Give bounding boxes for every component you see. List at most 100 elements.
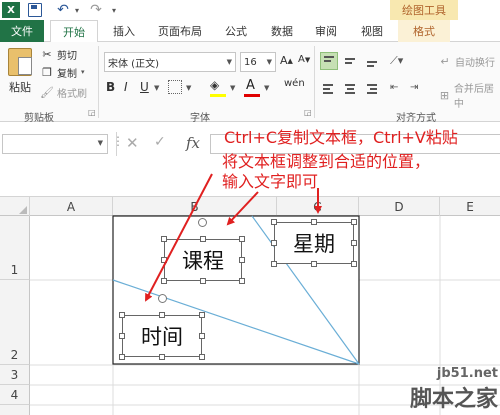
row-header-1[interactable]: 1: [0, 216, 30, 280]
font-size-value: 16: [244, 56, 257, 68]
tab-format[interactable]: 格式: [398, 20, 450, 42]
chevron-down-icon: ▼: [266, 58, 272, 66]
save-icon[interactable]: [28, 3, 42, 17]
quick-access-customize-icon[interactable]: ▾: [108, 2, 120, 18]
align-center-button[interactable]: [342, 80, 360, 98]
tab-insert[interactable]: 插入: [104, 20, 144, 42]
clipboard-launcher-icon[interactable]: ◲: [88, 108, 96, 117]
align-left-button[interactable]: [320, 80, 338, 98]
resize-handle[interactable]: [199, 333, 205, 339]
column-header-a[interactable]: A: [30, 197, 113, 216]
resize-handle[interactable]: [119, 333, 125, 339]
font-size-select[interactable]: 16 ▼: [240, 52, 276, 72]
resize-handle[interactable]: [271, 261, 277, 267]
align-right-button[interactable]: [364, 80, 382, 98]
underline-button[interactable]: U: [140, 80, 149, 94]
resize-handle[interactable]: [351, 240, 357, 246]
resize-handle[interactable]: [239, 257, 245, 263]
cut-button[interactable]: ✂ 剪切: [40, 46, 77, 62]
fill-color-dropdown-icon[interactable]: ▼: [230, 84, 235, 92]
paste-button[interactable]: 粘贴: [4, 46, 36, 104]
resize-handle[interactable]: [119, 354, 125, 360]
column-header-c[interactable]: C: [277, 197, 359, 216]
decrease-font-button[interactable]: A ▼: [298, 54, 310, 65]
tab-page-layout[interactable]: 页面布局: [148, 20, 212, 42]
textbox-course[interactable]: 课程: [161, 236, 245, 284]
tab-data[interactable]: 数据: [262, 20, 302, 42]
resize-handle[interactable]: [239, 236, 245, 242]
row-header-4[interactable]: 4: [0, 385, 30, 405]
bold-button[interactable]: B: [106, 80, 115, 94]
underline-dropdown-icon[interactable]: ▼: [154, 84, 159, 92]
font-launcher-icon[interactable]: ◲: [304, 108, 312, 117]
resize-handle[interactable]: [200, 278, 206, 284]
resize-handle[interactable]: [271, 240, 277, 246]
resize-handle[interactable]: [159, 354, 165, 360]
name-box[interactable]: ▼: [2, 134, 108, 154]
italic-button[interactable]: I: [124, 80, 128, 94]
copy-dropdown-icon[interactable]: ▾: [81, 68, 85, 76]
font-name-value: 宋体 (正文): [108, 58, 159, 70]
column-header-e[interactable]: E: [440, 197, 500, 216]
resize-handle[interactable]: [161, 236, 167, 242]
resize-handle[interactable]: [161, 278, 167, 284]
format-painter-button[interactable]: 🖌 格式刷: [40, 84, 87, 100]
resize-handle[interactable]: [161, 257, 167, 263]
decrease-indent-icon[interactable]: ⇤: [390, 82, 398, 93]
formula-bar-grip-icon[interactable]: ⋮: [112, 134, 124, 148]
wrap-text-button[interactable]: ↵ 自动换行: [438, 54, 495, 69]
borders-icon[interactable]: [168, 80, 182, 94]
tab-file[interactable]: 文件: [0, 20, 44, 42]
resize-handle[interactable]: [351, 219, 357, 225]
tab-view[interactable]: 视图: [352, 20, 392, 42]
rotate-handle-icon[interactable]: [198, 218, 207, 227]
redo-icon[interactable]: ↷: [88, 2, 104, 18]
align-top-button[interactable]: [320, 52, 338, 70]
fill-color-swatch: [210, 94, 226, 97]
row-header-3[interactable]: 3: [0, 365, 30, 385]
textbox-time[interactable]: 时间: [119, 312, 205, 360]
align-middle-icon: [345, 58, 355, 60]
resize-handle[interactable]: [239, 278, 245, 284]
resize-handle[interactable]: [199, 354, 205, 360]
undo-dropdown-icon[interactable]: ▾: [72, 2, 82, 18]
resize-handle[interactable]: [119, 312, 125, 318]
phonetic-guide-button[interactable]: wén: [284, 78, 305, 89]
rotate-handle-icon[interactable]: [158, 294, 167, 303]
font-name-select[interactable]: 宋体 (正文) ▼: [104, 52, 236, 72]
tab-review[interactable]: 审阅: [306, 20, 346, 42]
group-separator: [98, 46, 99, 118]
font-color-dropdown-icon[interactable]: ▼: [264, 84, 269, 92]
undo-icon[interactable]: ↶: [54, 2, 72, 18]
select-all-corner[interactable]: [0, 197, 30, 216]
borders-dropdown-icon[interactable]: ▼: [186, 84, 191, 92]
increase-indent-icon[interactable]: ⇥: [410, 82, 418, 93]
tab-formulas[interactable]: 公式: [216, 20, 256, 42]
copy-button[interactable]: ❐ 复制 ▾: [40, 64, 85, 80]
resize-handle[interactable]: [159, 312, 165, 318]
resize-handle[interactable]: [199, 312, 205, 318]
resize-handle[interactable]: [311, 261, 317, 267]
column-header-b[interactable]: B: [113, 197, 277, 216]
resize-handle[interactable]: [271, 219, 277, 225]
cancel-entry-icon[interactable]: ✕: [126, 134, 139, 152]
align-top-icon: [324, 56, 334, 58]
align-bottom-icon: [367, 61, 377, 63]
orientation-icon[interactable]: ⟋▾: [390, 54, 403, 68]
insert-function-button[interactable]: fx: [186, 134, 200, 152]
fill-color-icon[interactable]: ◈: [210, 78, 219, 92]
row-header-2[interactable]: 2: [0, 280, 30, 365]
increase-font-button[interactable]: A ▲: [280, 54, 293, 67]
font-color-button[interactable]: A: [246, 78, 255, 93]
merge-center-button[interactable]: ⊞ 合并后居中: [438, 80, 500, 110]
textbox-week[interactable]: 星期: [271, 219, 357, 267]
resize-handle[interactable]: [351, 261, 357, 267]
align-middle-button[interactable]: [342, 52, 360, 70]
tab-home[interactable]: 开始: [50, 20, 98, 43]
resize-handle[interactable]: [311, 219, 317, 225]
confirm-entry-icon[interactable]: ✓: [154, 134, 166, 150]
column-header-d[interactable]: D: [359, 197, 440, 216]
align-bottom-button[interactable]: [364, 52, 382, 70]
chevron-down-icon: ▼: [97, 139, 103, 147]
resize-handle[interactable]: [200, 236, 206, 242]
